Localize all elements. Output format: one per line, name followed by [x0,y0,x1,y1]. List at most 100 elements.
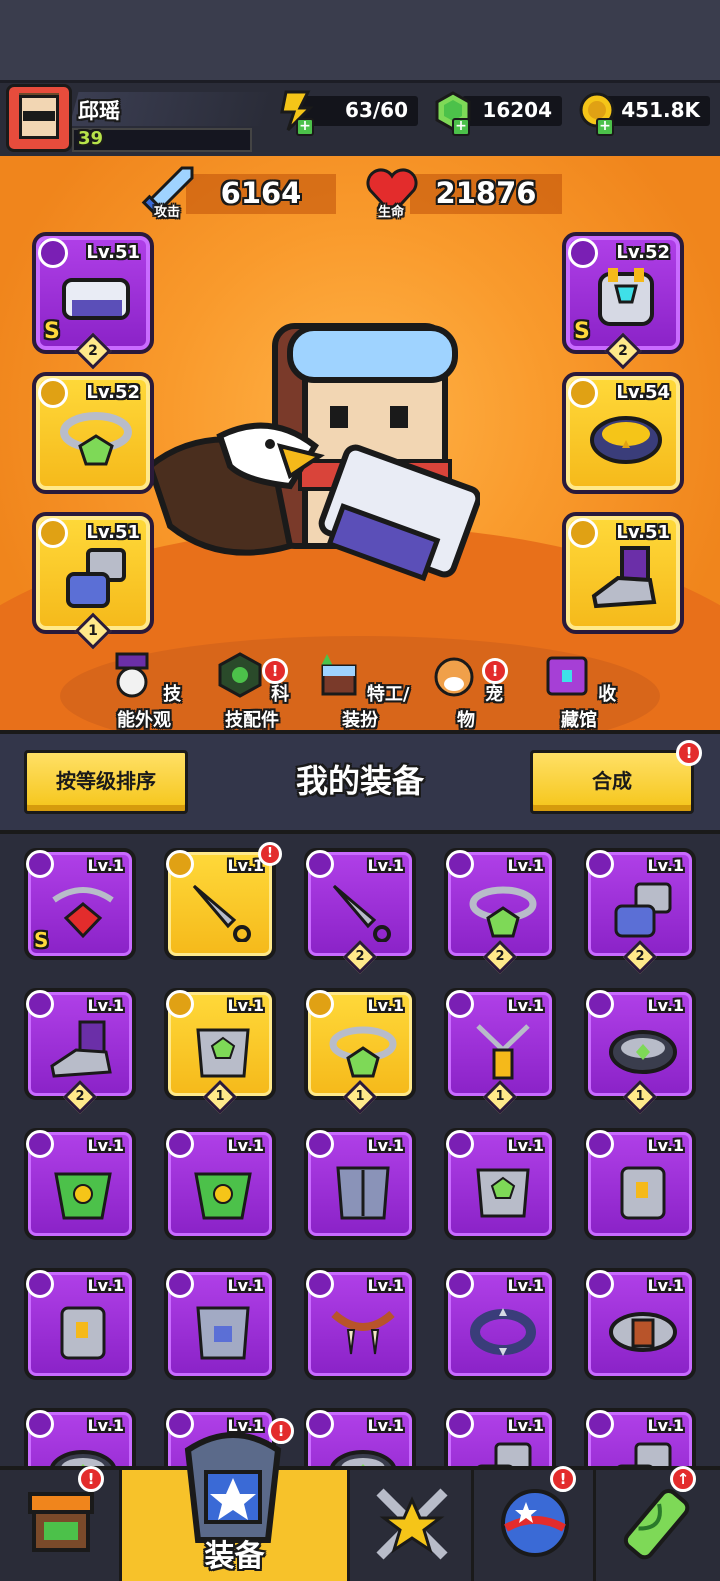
equip-slot-boots[interactable]: Lv.51 [562,512,684,634]
add-gem-button[interactable]: + [452,118,470,136]
events-alert: ! [550,1466,576,1492]
item-type-icon [586,1270,614,1298]
inventory-item[interactable]: Lv.1! [164,842,282,960]
inventory-item[interactable]: Lv.1 [584,1128,696,1240]
nav-tab-shop[interactable]: ! [0,1466,122,1581]
boot-icon [50,1020,112,1078]
mesh-armor-icon [196,1306,250,1360]
inventory-item[interactable]: Lv.1 [304,1268,416,1380]
item-level: Lv.1 [367,996,404,1015]
laser-gun-icon [62,278,130,320]
inventory-item[interactable]: Lv.1 [164,1268,276,1380]
inventory-item[interactable]: Lv.1 2 [24,988,136,1114]
inventory-item[interactable]: Lv.1 1 [444,988,556,1114]
merge-alert: ! [676,740,702,766]
dragon-armor-icon [194,1172,252,1220]
equip-slot-armor[interactable]: Lv.52 S 2 [562,232,684,370]
nav-tab-events[interactable]: ! [474,1466,596,1581]
item-star-count: 2 [343,940,377,974]
item-type-icon [586,1410,614,1438]
equip-slot-gloves[interactable]: Lv.51 1 [32,512,154,650]
vest-armor-icon [620,1166,666,1220]
item-type-icon [306,850,334,878]
item-level: Lv.1 [507,1136,544,1155]
chest-armor-icon [196,1028,250,1078]
kunai-icon [332,884,391,942]
inventory-item[interactable]: Lv.1 [24,1268,136,1380]
inventory-item[interactable]: Lv.1 [444,1268,556,1380]
inventory-item[interactable]: Lv.1 [584,1268,696,1380]
item-level: Lv.1 [507,1416,544,1435]
armor-type-icon [568,238,598,268]
inventory-item[interactable]: Lv.1 2 [304,848,416,974]
kunai-icon [192,884,251,942]
energy-counter: 63/60 [300,96,418,126]
hp-value: 21876 [435,176,537,210]
nav-tab-equipment[interactable]: 装备 ! [122,1418,350,1581]
item-type-icon [306,1270,334,1298]
item-type-icon [166,1270,194,1298]
player-avatar[interactable] [6,84,72,152]
gauntlet-icon [66,548,126,608]
merge-button[interactable]: 合成 [530,750,694,814]
item-level: Lv.1 [227,996,264,1015]
item-type-icon [26,990,54,1018]
equip-level: Lv.52 [616,242,670,263]
inventory-item[interactable]: Lv.1 [304,1408,416,1470]
shop-icon [28,1492,94,1552]
equip-level: Lv.51 [616,522,670,543]
gem-ring-icon [60,412,132,466]
item-star-count: 2 [623,940,657,974]
inventory-item[interactable]: Lv.1 [444,1128,556,1240]
item-level: Lv.1 [507,996,544,1015]
equip-level: Lv.52 [86,382,140,403]
inventory-title: 我的装备 [295,762,424,800]
equip-slot-necklace[interactable]: Lv.52 [32,372,154,494]
sword-icon: 攻击 [138,164,198,222]
menu-collection[interactable]: 收藏馆 [534,652,624,732]
inventory-item[interactable]: Lv.1 2 [584,848,696,974]
inventory-item[interactable]: Lv.1 1 [164,988,276,1114]
inventory-item[interactable]: Lv.1 [24,1128,136,1240]
inventory-item[interactable]: Lv.1 [444,1408,556,1470]
shop-alert: ! [78,1466,104,1492]
hero-character[interactable] [140,316,480,616]
inventory-item[interactable]: Lv.1 S [24,848,136,960]
item-level: Lv.1 [87,1276,124,1295]
equip-level: Lv.54 [616,382,670,403]
coin-value: 451.8K [621,98,700,122]
gem-ring-icon [329,1026,397,1078]
inventory-item[interactable]: Lv.1 [304,1128,416,1240]
menu-agent-outfits[interactable]: 特工/装扮 [310,652,410,732]
weapon-type-icon [38,238,68,268]
inventory-item[interactable]: Lv.1 [164,1128,276,1240]
inventory-item[interactable]: Lv.1 [584,1408,696,1470]
nav-tab-battle[interactable] [350,1470,474,1581]
add-energy-button[interactable]: + [296,118,314,136]
item-type-icon [446,1270,474,1298]
equip-grade: S [44,319,60,344]
equip-grade: S [574,319,590,344]
gem-ring-icon [469,886,537,938]
nav-tab-evolution[interactable]: ↑ [596,1466,720,1581]
equip-slot-weapon[interactable]: Lv.51 S 2 [32,232,154,370]
sort-by-level-button[interactable]: 按等级排序 [24,750,188,814]
inventory-item[interactable]: Lv.1 2 [444,848,556,974]
equip-slot-belt[interactable]: Lv.54 [562,372,684,494]
menu-skill-skins[interactable]: 技能外观 [98,652,190,732]
evolution-upgrade-alert: ↑ [670,1466,696,1492]
tech-part-icon [218,652,262,698]
inventory-item[interactable]: Lv.1 [24,1408,136,1470]
item-level: Lv.1 [647,856,684,875]
add-coin-button[interactable]: + [596,118,614,136]
item-type-icon [166,1130,194,1158]
inventory-item[interactable]: Lv.1 1 [584,988,696,1114]
item-level: Lv.1 [87,856,124,875]
belt-type-icon [568,378,598,408]
gem-value: 16204 [482,98,552,122]
item-level: Lv.1 [367,1136,404,1155]
inventory-item[interactable]: Lv.1 1 [304,988,416,1114]
gem-counter: 16204 [462,96,562,126]
plate-armor-icon [336,1166,390,1220]
item-type-icon [26,850,54,878]
